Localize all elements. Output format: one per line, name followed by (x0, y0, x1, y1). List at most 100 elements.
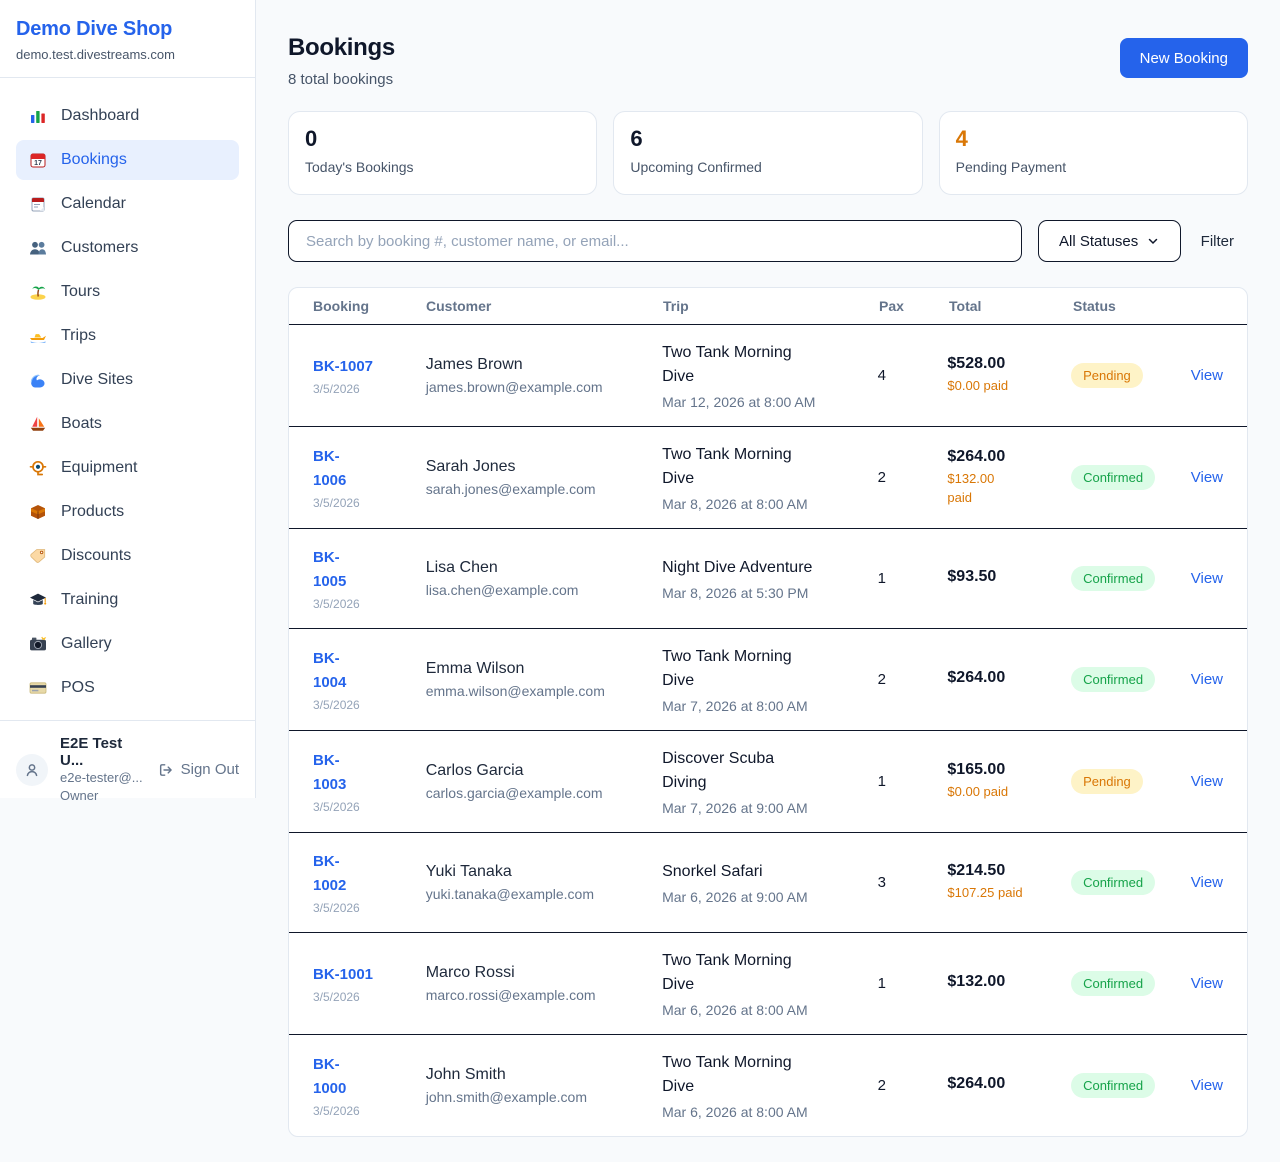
table-row: BK-1001 3/5/2026 Marco Rossi marco.rossi… (289, 933, 1247, 1035)
sidebar-item-dashboard[interactable]: Dashboard (16, 96, 239, 136)
view-link[interactable]: View (1191, 367, 1223, 384)
column-header-pax: Pax (879, 298, 949, 314)
new-booking-button[interactable]: New Booking (1120, 38, 1248, 78)
trip-datetime: Mar 7, 2026 at 8:00 AM (662, 698, 877, 714)
status-badge: Confirmed (1071, 667, 1155, 692)
table-row: BK- 1004 3/5/2026 Emma Wilson emma.wilso… (289, 629, 1247, 731)
sidebar-item-label: Discounts (61, 547, 131, 565)
avatar (16, 754, 48, 786)
stat-card: 6 Upcoming Confirmed (613, 111, 922, 195)
trip-name: Two Tank Morning Dive (662, 341, 877, 389)
brand-title[interactable]: Demo Dive Shop (16, 18, 239, 41)
sidebar-item-label: POS (61, 679, 95, 697)
view-link[interactable]: View (1191, 469, 1223, 486)
customer-name: Yuki Tanaka (426, 863, 662, 881)
main-content: Bookings 8 total bookings New Booking 0 … (256, 0, 1280, 1137)
sidebar-item-calendar[interactable]: Calendar (16, 184, 239, 224)
view-link[interactable]: View (1191, 570, 1223, 587)
sidebar-item-boats[interactable]: Boats (16, 404, 239, 444)
view-link[interactable]: View (1191, 773, 1223, 790)
sidebar-item-gallery[interactable]: Gallery (16, 624, 239, 664)
sidebar-item-label: Gallery (61, 635, 112, 653)
total-amount: $264.00 (947, 448, 1071, 466)
customer-name: John Smith (426, 1066, 662, 1084)
sidebar-item-training[interactable]: Training (16, 580, 239, 620)
sidebar-item-dive-sites[interactable]: Dive Sites (16, 360, 239, 400)
trip-datetime: Mar 8, 2026 at 5:30 PM (662, 585, 877, 601)
stat-value: 6 (630, 127, 905, 151)
sidebar-item-discounts[interactable]: Discounts (16, 536, 239, 576)
sidebar-item-label: Bookings (61, 151, 127, 169)
sidebar-item-customers[interactable]: Customers (16, 228, 239, 268)
app-root: Demo Dive Shop demo.test.divestreams.com… (0, 0, 1280, 1162)
page-subtitle: 8 total bookings (288, 71, 395, 88)
status-select-value: All Statuses (1059, 233, 1138, 250)
table-row: BK-1007 3/5/2026 James Brown james.brown… (289, 325, 1247, 427)
user-info: E2E Test U... e2e-tester@... Owner (60, 735, 146, 804)
bookings-table: Booking Customer Trip Pax Total Status B… (288, 287, 1248, 1137)
paid-amount: $132.00 paid (947, 470, 1071, 508)
paid-amount: $107.25 paid (947, 884, 1071, 903)
filter-button[interactable]: Filter (1201, 233, 1234, 250)
pax-count: 2 (878, 1077, 886, 1094)
sidebar-nav: Dashboard 17 Bookings Calendar Customers… (0, 78, 255, 720)
view-link[interactable]: View (1191, 1077, 1223, 1094)
sidebar-item-trips[interactable]: Trips (16, 316, 239, 356)
sidebar-item-products[interactable]: Products (16, 492, 239, 532)
customer-name: Carlos Garcia (426, 762, 662, 780)
pax-count: 3 (878, 874, 886, 891)
trip-name: Night Dive Adventure (662, 556, 877, 580)
sign-out-button[interactable]: Sign Out (158, 761, 239, 778)
column-header-trip: Trip (663, 298, 879, 314)
pax-count: 2 (878, 469, 886, 486)
booking-date: 3/5/2026 (313, 990, 426, 1004)
tag-icon (28, 546, 48, 566)
booking-link[interactable]: BK- 1000 (313, 1053, 346, 1101)
view-link[interactable]: View (1191, 874, 1223, 891)
user-role: Owner (60, 787, 146, 805)
pax-count: 2 (878, 671, 886, 688)
view-link[interactable]: View (1191, 975, 1223, 992)
trip-name: Two Tank Morning Dive (662, 949, 877, 997)
status-select[interactable]: All Statuses (1038, 220, 1181, 262)
total-amount: $264.00 (947, 669, 1071, 687)
booking-date: 3/5/2026 (313, 496, 426, 510)
paid-amount: $0.00 paid (947, 783, 1071, 802)
stats-row: 0 Today's Bookings 6 Upcoming Confirmed … (288, 111, 1248, 195)
brand-block: Demo Dive Shop demo.test.divestreams.com (0, 0, 255, 77)
booking-date: 3/5/2026 (313, 698, 426, 712)
customer-name: Lisa Chen (426, 559, 662, 577)
booking-link[interactable]: BK- 1006 (313, 445, 346, 493)
status-badge: Pending (1071, 363, 1143, 388)
customer-email: lisa.chen@example.com (426, 582, 662, 598)
table-body: BK-1007 3/5/2026 James Brown james.brown… (289, 325, 1247, 1136)
pax-count: 1 (878, 773, 886, 790)
sidebar-item-equipment[interactable]: Equipment (16, 448, 239, 488)
booking-link[interactable]: BK- 1004 (313, 647, 346, 695)
table-row: BK- 1003 3/5/2026 Carlos Garcia carlos.g… (289, 731, 1247, 833)
booking-link[interactable]: BK- 1003 (313, 749, 346, 797)
trip-name: Snorkel Safari (662, 860, 877, 884)
total-amount: $165.00 (947, 761, 1071, 779)
user-icon (22, 760, 42, 780)
customer-email: john.smith@example.com (426, 1089, 662, 1105)
booking-link[interactable]: BK-1001 (313, 963, 373, 987)
sidebar-item-bookings[interactable]: 17 Bookings (16, 140, 239, 180)
booking-link[interactable]: BK-1007 (313, 355, 373, 379)
status-badge: Confirmed (1071, 465, 1155, 490)
filter-row: All Statuses Filter (288, 220, 1248, 262)
user-name: E2E Test U... (60, 735, 146, 769)
view-link[interactable]: View (1191, 671, 1223, 688)
search-input[interactable] (288, 220, 1022, 262)
wave-icon (28, 370, 48, 390)
pax-count: 4 (878, 367, 886, 384)
customer-name: Sarah Jones (426, 458, 662, 476)
sidebar-item-tours[interactable]: Tours (16, 272, 239, 312)
sidebar-item-pos[interactable]: POS (16, 668, 239, 708)
table-row: BK- 1006 3/5/2026 Sarah Jones sarah.jone… (289, 427, 1247, 529)
booking-link[interactable]: BK- 1002 (313, 850, 346, 898)
customer-email: emma.wilson@example.com (426, 683, 662, 699)
customer-name: Emma Wilson (426, 660, 662, 678)
booking-link[interactable]: BK- 1005 (313, 546, 346, 594)
status-badge: Confirmed (1071, 566, 1155, 591)
